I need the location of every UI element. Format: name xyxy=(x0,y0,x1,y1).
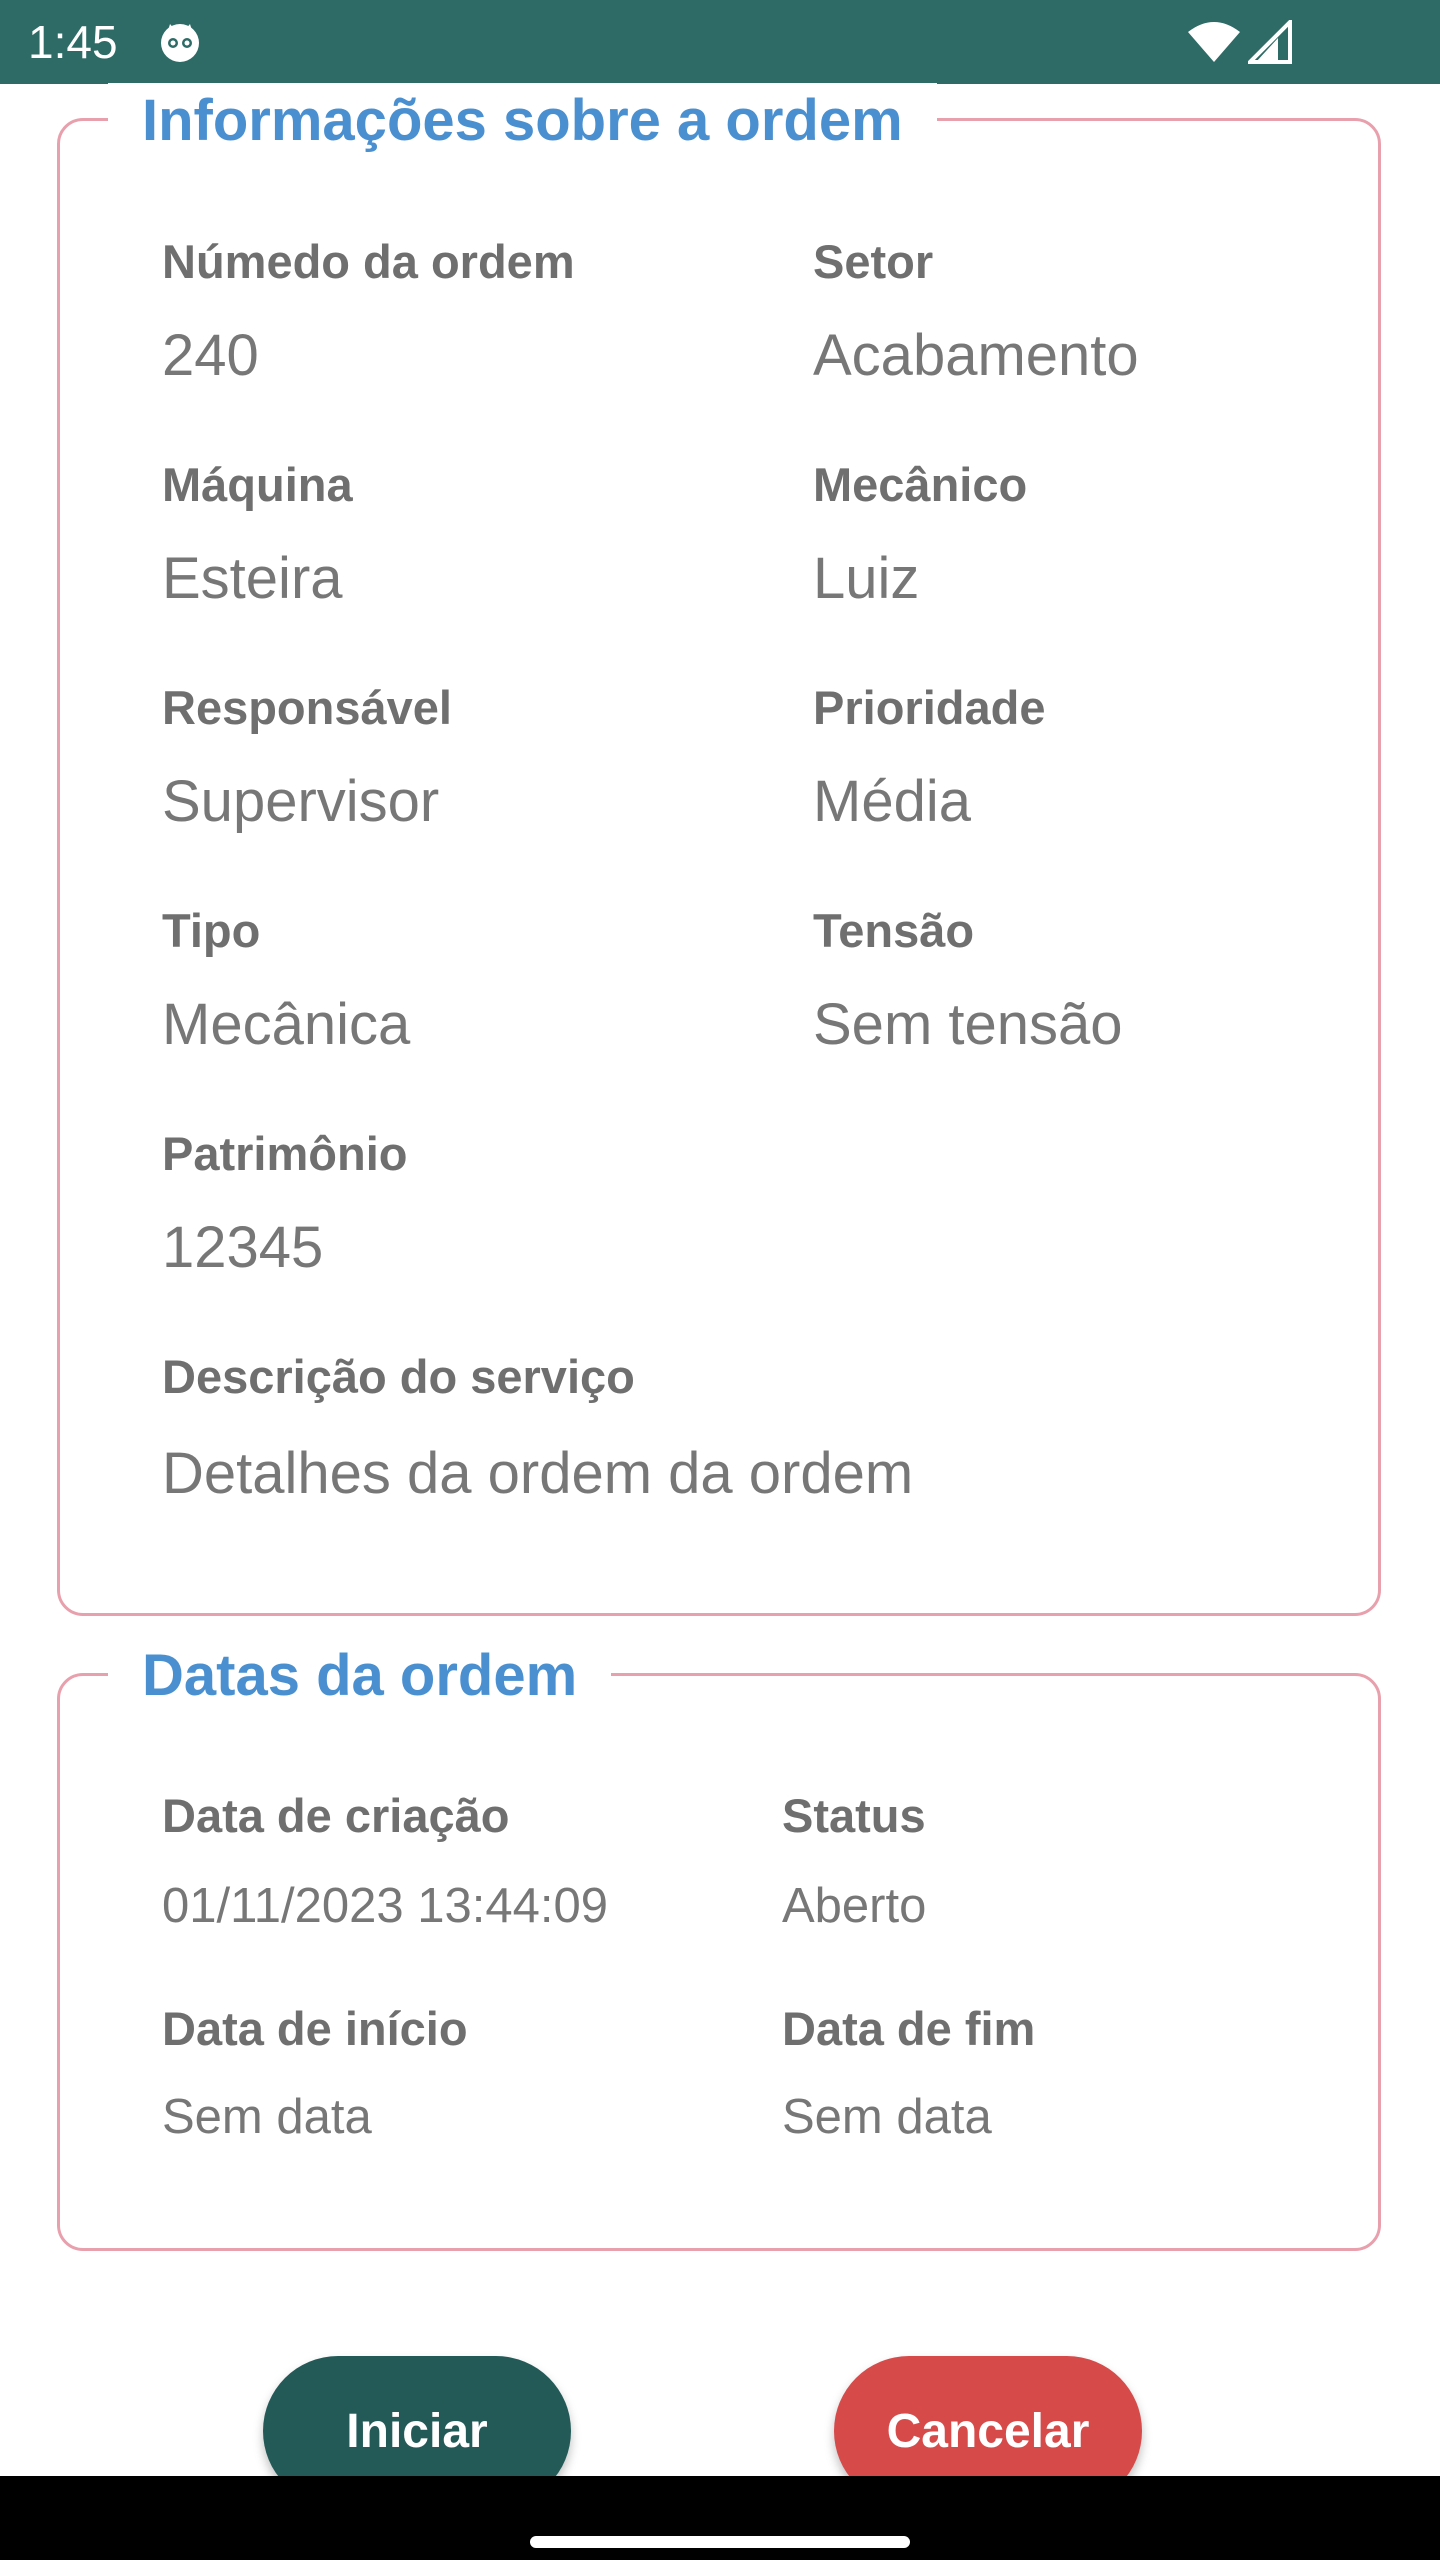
service-description-label: Descrição do serviço xyxy=(162,1350,635,1403)
creation-date-value: 01/11/2023 13:44:09 xyxy=(162,1879,608,1933)
priority-label: Prioridade xyxy=(813,681,1046,734)
asset-value: 12345 xyxy=(162,1215,324,1280)
status-label: Status xyxy=(782,1789,926,1842)
sector-label: Setor xyxy=(813,235,934,288)
status-value: Aberto xyxy=(782,1879,927,1933)
mechanic-label: Mecânico xyxy=(813,458,1028,511)
home-gesture-handle[interactable] xyxy=(530,2536,910,2548)
voltage-value: Sem tensão xyxy=(813,992,1123,1057)
status-bar: 1:45 xyxy=(0,0,1440,84)
order-dates-title: Datas da ordem xyxy=(108,1638,612,1714)
wifi-icon xyxy=(1188,22,1240,62)
order-number-value: 240 xyxy=(162,323,259,388)
priority-value: Média xyxy=(813,769,971,834)
order-dates-card: Datas da ordem Data de criação 01/11/202… xyxy=(57,1638,1381,2251)
machine-value: Esteira xyxy=(162,546,343,611)
cell-signal-icon xyxy=(1248,20,1292,64)
type-value: Mecânica xyxy=(162,992,411,1057)
voltage-label: Tensão xyxy=(813,904,975,957)
status-time: 1:45 xyxy=(28,16,118,68)
type-label: Tipo xyxy=(162,904,261,957)
creation-date-label: Data de criação xyxy=(162,1789,510,1842)
mechanic-value: Luiz xyxy=(813,546,920,611)
start-date-value: Sem data xyxy=(162,2090,372,2144)
order-info-card: Informações sobre a ordem Númedo da orde… xyxy=(57,83,1381,1616)
start-date-label: Data de início xyxy=(162,2002,468,2055)
end-date-label: Data de fim xyxy=(782,2002,1036,2055)
responsible-label: Responsável xyxy=(162,681,452,734)
app-notification-icon xyxy=(161,24,199,62)
order-info-title: Informações sobre a ordem xyxy=(108,83,937,159)
machine-label: Máquina xyxy=(162,458,353,511)
responsible-value: Supervisor xyxy=(162,769,440,834)
service-description-value: Detalhes da ordem da ordem xyxy=(162,1441,914,1506)
asset-label: Patrimônio xyxy=(162,1127,408,1180)
sector-value: Acabamento xyxy=(813,323,1139,388)
order-number-label: Númedo da ordem xyxy=(162,235,575,288)
end-date-value: Sem data xyxy=(782,2090,992,2144)
